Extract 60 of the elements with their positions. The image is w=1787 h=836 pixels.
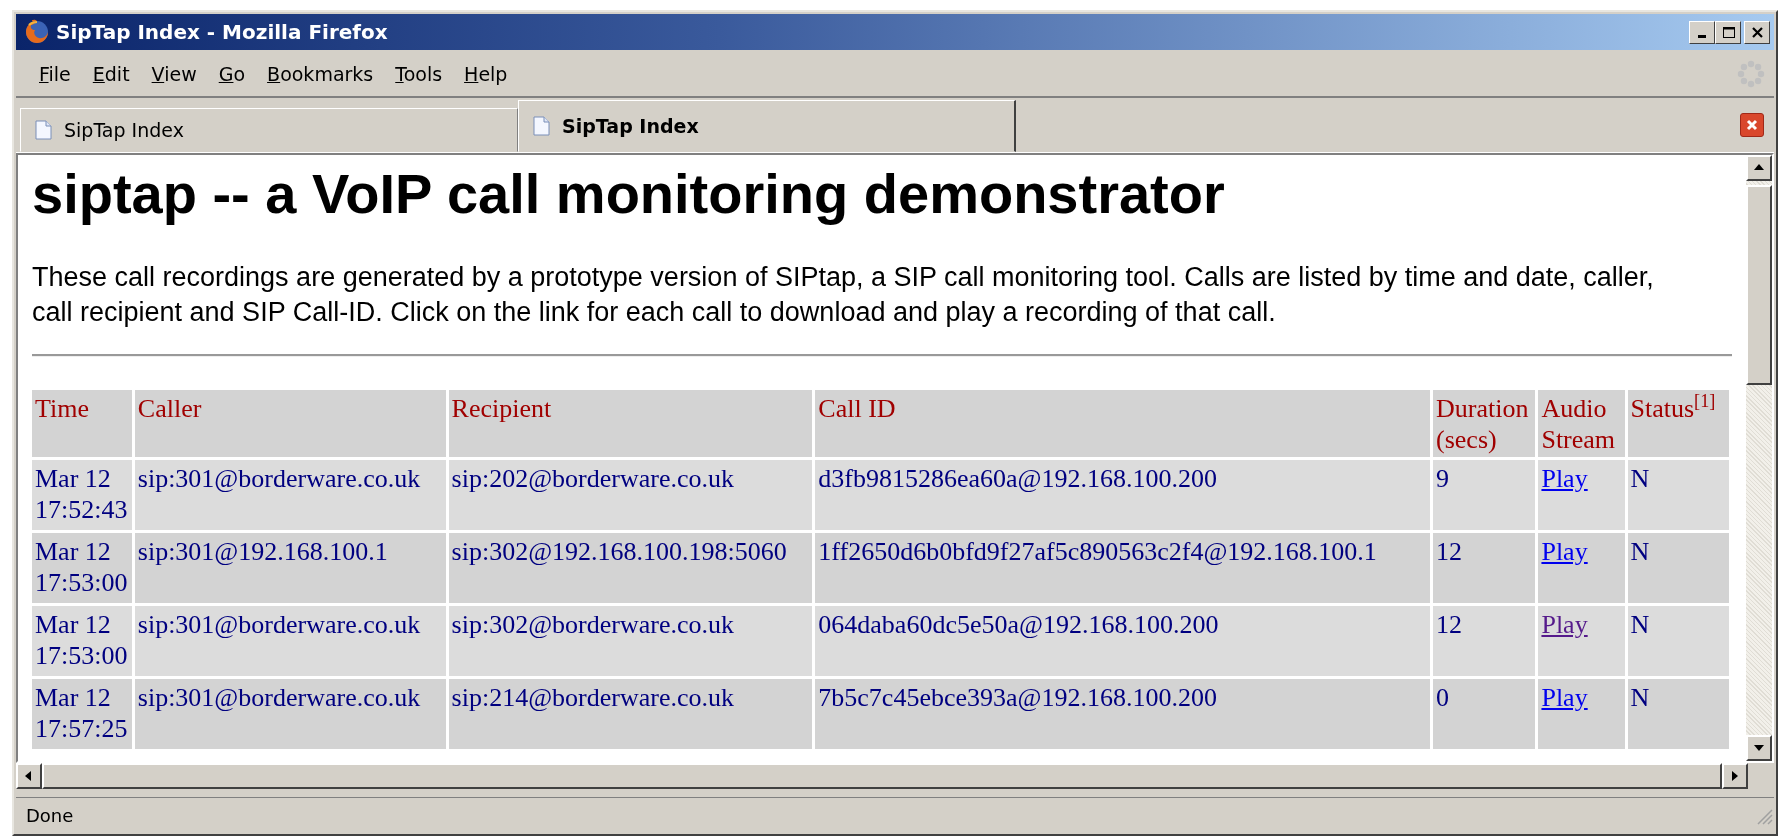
- table-cell: sip:202@borderware.co.uk: [448, 460, 813, 530]
- scroll-left-button[interactable]: [16, 763, 42, 789]
- page-icon: [35, 120, 52, 140]
- table-cell: 064daba60dc5e50a@192.168.100.200: [815, 606, 1431, 676]
- table-cell: N: [1627, 533, 1729, 603]
- table-cell: sip:301@192.168.100.1: [134, 533, 446, 603]
- status-text: Done: [26, 804, 75, 826]
- column-header: Call ID: [815, 390, 1431, 457]
- close-icon: [1749, 24, 1765, 40]
- table-cell: sip:301@borderware.co.uk: [134, 679, 446, 749]
- table-cell: sip:301@borderware.co.uk: [134, 606, 446, 676]
- menu-item[interactable]: Bookmarks: [256, 59, 385, 89]
- table-cell: sip:214@borderware.co.uk: [448, 679, 813, 749]
- table-cell: N: [1627, 460, 1729, 530]
- table-cell: 1ff2650d6b0bfd9f27af5c890563c2f4@192.168.100.1: [815, 533, 1431, 603]
- maximize-button[interactable]: [1715, 20, 1741, 44]
- close-tab-button[interactable]: [1740, 113, 1764, 137]
- table-cell: 12: [1433, 606, 1536, 676]
- table-cell: Mar 12 17:57:25: [32, 679, 132, 749]
- table-cell: Mar 12 17:53:00: [32, 533, 132, 603]
- table-cell: Mar 12 17:52:43: [32, 460, 132, 530]
- menu-item[interactable]: Help: [453, 59, 519, 89]
- column-header: Recipient: [448, 390, 813, 457]
- column-header: Status$^{[1]}$: [1627, 390, 1729, 457]
- menu-item[interactable]: File: [28, 59, 82, 89]
- scroll-right-button[interactable]: [1722, 763, 1748, 789]
- table-cell: N: [1627, 679, 1729, 749]
- close-icon: [1745, 118, 1759, 132]
- table-cell: d3fb9815286ea60a@192.168.100.200: [815, 460, 1431, 530]
- column-header: Audio Stream: [1538, 390, 1625, 457]
- table-cell: 9: [1433, 460, 1536, 530]
- table-cell: sip:302@192.168.100.198:5060: [448, 533, 813, 603]
- window-title: SipTap Index - Mozilla Firefox: [56, 20, 389, 44]
- intro-paragraph: These call recordings are generated by a prototype version of SIPtap, a SIP call monitoring tool. Calls are listed by time and date, caller, call recipient and SIP Call-ID. Click on the link for each call to download and play a recording of that call.: [32, 261, 1655, 329]
- close-button[interactable]: [1744, 20, 1770, 44]
- browser-logo-icon: [24, 19, 50, 45]
- table-cell: 12: [1433, 533, 1536, 603]
- scrollbar-thumb[interactable]: [1746, 185, 1772, 385]
- browser-tab[interactable]: SipTap Index: [20, 108, 518, 152]
- table-cell: sip:302@borderware.co.uk: [448, 606, 813, 676]
- table-cell: sip:301@borderware.co.uk: [134, 460, 446, 530]
- scroll-down-button[interactable]: [1746, 735, 1772, 761]
- table-cell: 0: [1433, 679, 1536, 749]
- menu-item[interactable]: View: [140, 59, 208, 89]
- column-header: Time: [32, 390, 132, 457]
- column-header: Duration (secs): [1433, 390, 1536, 457]
- table-cell: Mar 12 17:53:00: [32, 606, 132, 676]
- minimize-button[interactable]: [1689, 20, 1715, 44]
- vertical-scrollbar[interactable]: [1746, 155, 1772, 761]
- menu-item[interactable]: Edit: [81, 59, 141, 89]
- table-cell: 7b5c7c45ebce393a@192.168.100.200: [815, 679, 1431, 749]
- scroll-up-button[interactable]: [1746, 155, 1772, 181]
- table-cell: N: [1627, 606, 1729, 676]
- minimize-icon: [1698, 35, 1706, 38]
- browser-tab[interactable]: SipTap Index: [518, 100, 1016, 152]
- column-header: Caller: [134, 390, 446, 457]
- menu-item[interactable]: Go: [207, 59, 257, 89]
- menu-item[interactable]: Tools: [384, 59, 454, 89]
- page-icon: [533, 116, 550, 136]
- page-heading: siptap -- a VoIP call monitoring demonstrator: [32, 161, 1226, 226]
